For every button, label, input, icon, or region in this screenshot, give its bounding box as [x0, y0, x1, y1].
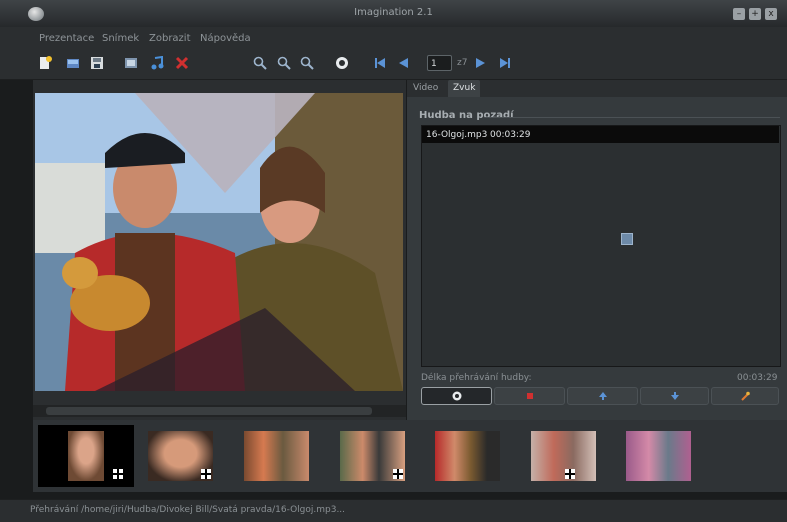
menu-napoveda[interactable]: Nápověda: [200, 33, 251, 44]
toolbar: [0, 49, 787, 80]
transition-icon: [565, 469, 575, 479]
thumbnail-image: [531, 431, 596, 481]
window-title: Imagination 2.1: [354, 7, 433, 18]
next-slide-icon[interactable]: [474, 56, 488, 70]
remove-audio-button[interactable]: [494, 387, 565, 405]
section-divider: [485, 117, 780, 118]
slide-thumbnail-7[interactable]: [618, 425, 698, 487]
delete-icon[interactable]: [175, 56, 189, 70]
slide-thumbnail-5[interactable]: [427, 425, 507, 487]
zoom-out-icon[interactable]: [277, 56, 291, 70]
music-list[interactable]: [421, 125, 781, 367]
add-audio-button[interactable]: [421, 387, 492, 405]
music-length-value: 00:03:29: [737, 373, 778, 383]
prev-slide-icon[interactable]: [396, 56, 410, 70]
add-icon: [452, 391, 461, 401]
arrow-down-icon: [670, 392, 679, 400]
slide-number-input[interactable]: 1: [427, 55, 452, 71]
thumbnail-image: [68, 431, 104, 481]
menu-snimek[interactable]: Snímek: [102, 33, 139, 44]
last-slide-icon[interactable]: [498, 56, 512, 70]
thumbnail-image: [626, 431, 691, 481]
clear-icon: [741, 391, 750, 401]
remove-icon: [526, 393, 533, 399]
move-down-button[interactable]: [640, 387, 709, 405]
music-length-label: Délka přehrávání hudby:: [421, 373, 532, 383]
preview-scrollbar-thumb[interactable]: [46, 407, 372, 415]
save-icon[interactable]: [90, 56, 104, 70]
tab-video[interactable]: Video: [408, 80, 443, 97]
menu-prezentace[interactable]: Prezentace: [39, 33, 94, 44]
arrow-up-icon: [598, 392, 607, 400]
tab-zvuk[interactable]: Zvuk: [448, 80, 481, 97]
minimize-button[interactable]: –: [733, 8, 745, 20]
slide-preview-image: [35, 93, 403, 391]
transition-icon: [393, 469, 403, 479]
transition-icon: [113, 469, 123, 479]
first-slide-icon[interactable]: [373, 56, 387, 70]
move-up-button[interactable]: [567, 387, 638, 405]
slide-thumbnail-4[interactable]: [332, 425, 412, 487]
close-button[interactable]: x: [765, 8, 777, 20]
new-document-icon[interactable]: [38, 56, 52, 70]
import-image-icon[interactable]: [124, 56, 138, 70]
music-list-icon: [621, 233, 633, 245]
slide-thumbnail-3[interactable]: [236, 425, 316, 487]
slide-total-label: z7: [457, 58, 468, 68]
import-picture-icon[interactable]: [66, 56, 80, 70]
thumbnail-image: [435, 431, 500, 481]
transition-icon: [201, 469, 211, 479]
maximize-button[interactable]: +: [749, 8, 761, 20]
slide-thumbnail-2[interactable]: [140, 425, 220, 487]
import-audio-icon[interactable]: [150, 56, 164, 70]
status-text: Přehrávání /home/jiri/Hudba/Divokej Bill…: [30, 505, 346, 515]
music-file-duration: 00:03:29: [490, 130, 531, 140]
preview-icon[interactable]: [335, 56, 349, 70]
slide-thumbnail-6[interactable]: [523, 425, 603, 487]
background-music-heading: Hudba na pozadí: [419, 110, 514, 121]
zoom-in-icon[interactable]: [253, 56, 267, 70]
thumbnail-image: [244, 431, 309, 481]
slide-thumbnail-1[interactable]: [38, 425, 134, 487]
zoom-fit-icon[interactable]: [300, 56, 314, 70]
clear-button[interactable]: [711, 387, 779, 405]
music-file-name: 16-Olgoj.mp3: [426, 130, 488, 140]
menu-zobrazit[interactable]: Zobrazit: [149, 33, 191, 44]
